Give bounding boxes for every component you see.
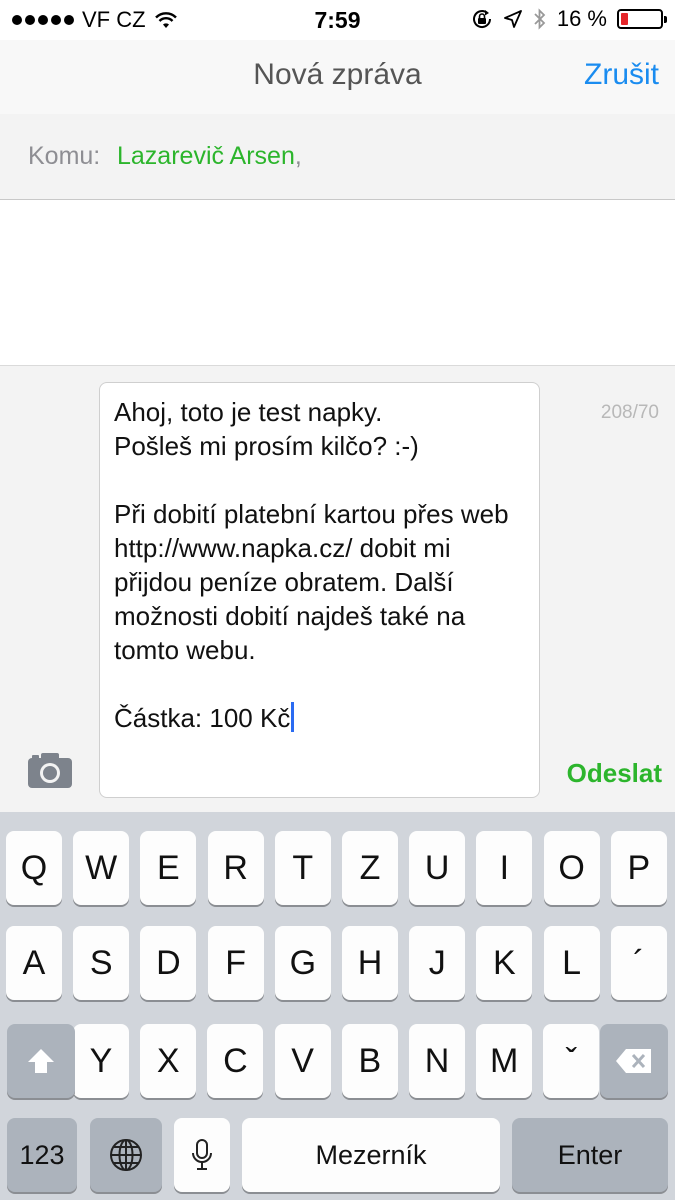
- key-10[interactable]: ´: [610, 926, 667, 1000]
- key-2[interactable]: W: [73, 831, 130, 905]
- key-5[interactable]: T: [274, 831, 331, 905]
- key-9[interactable]: L: [543, 926, 600, 1000]
- text-caret: [291, 702, 295, 732]
- microphone-key[interactable]: [174, 1118, 230, 1192]
- key-4[interactable]: R: [207, 831, 264, 905]
- recipient-separator: ,: [294, 142, 302, 170]
- message-input[interactable]: Ahoj, toto je test napky. Pošleš mi pros…: [99, 382, 540, 798]
- recipient-label: Komu:: [28, 142, 101, 170]
- key-5[interactable]: G: [274, 926, 331, 1000]
- key-6[interactable]: N: [409, 1024, 465, 1098]
- keyboard: QWERTZUIOP A S D F G H J K L ´ YXCVBNMˇ 123: [0, 812, 675, 1200]
- battery-percent: 16 %: [556, 6, 607, 31]
- key-3[interactable]: E: [140, 831, 197, 905]
- key-2[interactable]: X: [140, 1024, 197, 1098]
- key-2[interactable]: S: [73, 926, 130, 1000]
- key-7[interactable]: J: [409, 926, 466, 1000]
- page-title: Nová zpráva: [253, 58, 422, 91]
- key-6[interactable]: H: [342, 926, 398, 1000]
- key-6[interactable]: Z: [342, 831, 398, 905]
- key-3[interactable]: D: [140, 926, 197, 1000]
- character-counter: 208/70: [600, 402, 659, 423]
- status-right: 16 %: [471, 6, 667, 32]
- globe-icon: [110, 1139, 142, 1171]
- backspace-icon: [616, 1049, 651, 1073]
- message-composer: Ahoj, toto je test napky. Pošleš mi pros…: [0, 366, 675, 812]
- cancel-button[interactable]: Zrušit: [584, 58, 659, 92]
- rotation-lock-icon: [472, 10, 491, 28]
- battery-level-fill: [621, 13, 628, 25]
- shift-key[interactable]: [7, 1024, 75, 1098]
- key-1[interactable]: Q: [6, 831, 62, 905]
- microphone-icon: [192, 1139, 212, 1170]
- recipient-token[interactable]: Lazarevič Arsen,: [117, 142, 302, 171]
- status-bar: VF CZ 7:59 16 %: [0, 0, 675, 40]
- message-text: Ahoj, toto je test napky. Pošleš mi pros…: [114, 397, 509, 733]
- screen: VF CZ 7:59 16 % Nová zpráva Zrušit Komu:…: [0, 0, 675, 1200]
- navigation-bar: Nová zpráva Zrušit: [0, 40, 675, 114]
- send-button[interactable]: Odeslat: [567, 758, 662, 789]
- key-7[interactable]: M: [476, 1024, 533, 1098]
- globe-key[interactable]: [90, 1118, 162, 1192]
- numbers-key[interactable]: 123: [7, 1118, 77, 1192]
- battery-icon: [617, 9, 667, 29]
- bluetooth-icon: [534, 8, 546, 30]
- recipient-name: Lazarevič Arsen: [117, 142, 295, 170]
- key-1[interactable]: A: [6, 926, 62, 1000]
- key-8[interactable]: ˇ: [543, 1024, 600, 1098]
- camera-icon[interactable]: [26, 750, 74, 790]
- recipient-field[interactable]: Komu: Lazarevič Arsen,: [0, 114, 675, 200]
- enter-key[interactable]: Enter: [512, 1118, 668, 1192]
- key-1[interactable]: Y: [73, 1024, 129, 1098]
- shift-icon: [28, 1049, 54, 1073]
- key-9[interactable]: O: [543, 831, 600, 905]
- key-5[interactable]: B: [341, 1024, 398, 1098]
- backspace-key[interactable]: [600, 1024, 668, 1098]
- key-4[interactable]: V: [274, 1024, 331, 1098]
- key-4[interactable]: F: [207, 926, 264, 1000]
- conversation-area: [0, 200, 675, 366]
- location-arrow-icon: [503, 10, 522, 28]
- space-key[interactable]: Mezerník: [242, 1118, 500, 1192]
- key-3[interactable]: C: [207, 1024, 264, 1098]
- key-7[interactable]: U: [409, 831, 466, 905]
- key-8[interactable]: I: [476, 831, 533, 905]
- key-10[interactable]: P: [610, 831, 667, 905]
- key-8[interactable]: K: [476, 926, 533, 1000]
